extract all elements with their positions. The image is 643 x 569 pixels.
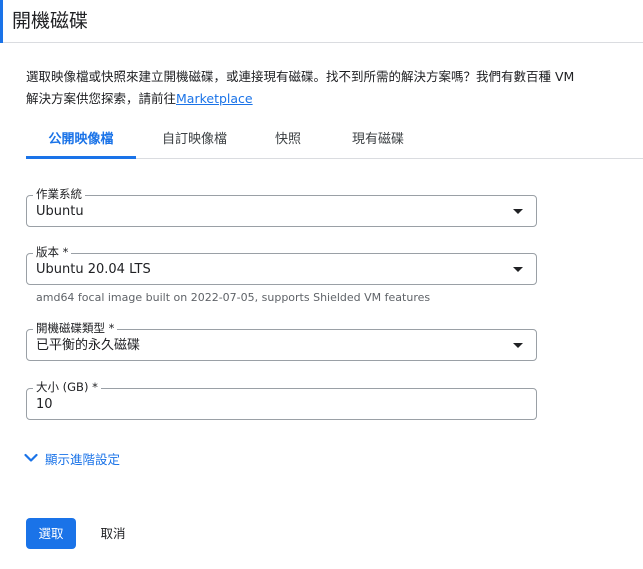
tab-existing-disks[interactable]: 現有磁碟 <box>323 122 433 158</box>
version-label: 版本 * <box>33 245 72 259</box>
os-select[interactable]: 作業系統 Ubuntu <box>26 187 537 227</box>
size-input[interactable]: 大小 (GB) * 10 <box>26 380 537 420</box>
dropdown-arrow-icon <box>513 267 523 272</box>
show-advanced-toggle[interactable]: 顯示進階設定 <box>24 448 120 468</box>
disk-type-label: 開機磁碟類型 * <box>33 321 118 335</box>
show-advanced-label: 顯示進階設定 <box>45 451 121 467</box>
boot-disk-panel: 開機磁碟 選取映像檔或快照來建立開機磁碟，或連接現有磁碟。找不到所需的解決方案嗎… <box>0 0 643 569</box>
size-label: 大小 (GB) * <box>33 380 101 394</box>
tab-bar: 公開映像檔 自訂映像檔 快照 現有磁碟 <box>26 122 643 159</box>
description: 選取映像檔或快照來建立開機磁碟，或連接現有磁碟。找不到所需的解決方案嗎？我們有數… <box>26 66 586 110</box>
tab-custom-images[interactable]: 自訂映像檔 <box>136 122 253 158</box>
marketplace-link[interactable]: Marketplace <box>176 91 253 106</box>
accent-bar <box>0 0 3 43</box>
version-value: Ubuntu 20.04 LTS <box>36 262 151 277</box>
os-value: Ubuntu <box>36 204 84 219</box>
tab-snapshots[interactable]: 快照 <box>253 122 323 158</box>
description-text: 選取映像檔或快照來建立開機磁碟，或連接現有磁碟。找不到所需的解決方案嗎？我們有數… <box>26 69 575 106</box>
tab-public-images[interactable]: 公開映像檔 <box>26 122 136 159</box>
dropdown-arrow-icon <box>513 343 523 348</box>
header: 開機磁碟 <box>0 0 643 43</box>
disk-type-select[interactable]: 開機磁碟類型 * 已平衡的永久磁碟 <box>26 321 537 361</box>
size-value: 10 <box>36 397 53 412</box>
version-select[interactable]: 版本 * Ubuntu 20.04 LTS <box>26 245 537 285</box>
chevron-down-icon <box>24 453 38 462</box>
os-label: 作業系統 <box>33 187 85 201</box>
select-button[interactable]: 選取 <box>26 518 76 549</box>
version-hint: amd64 focal image built on 2022-07-05, s… <box>36 291 431 304</box>
page-title: 開機磁碟 <box>12 10 89 32</box>
cancel-button[interactable]: 取消 <box>88 518 138 549</box>
disk-type-value: 已平衡的永久磁碟 <box>36 338 141 353</box>
dropdown-arrow-icon <box>513 209 523 214</box>
